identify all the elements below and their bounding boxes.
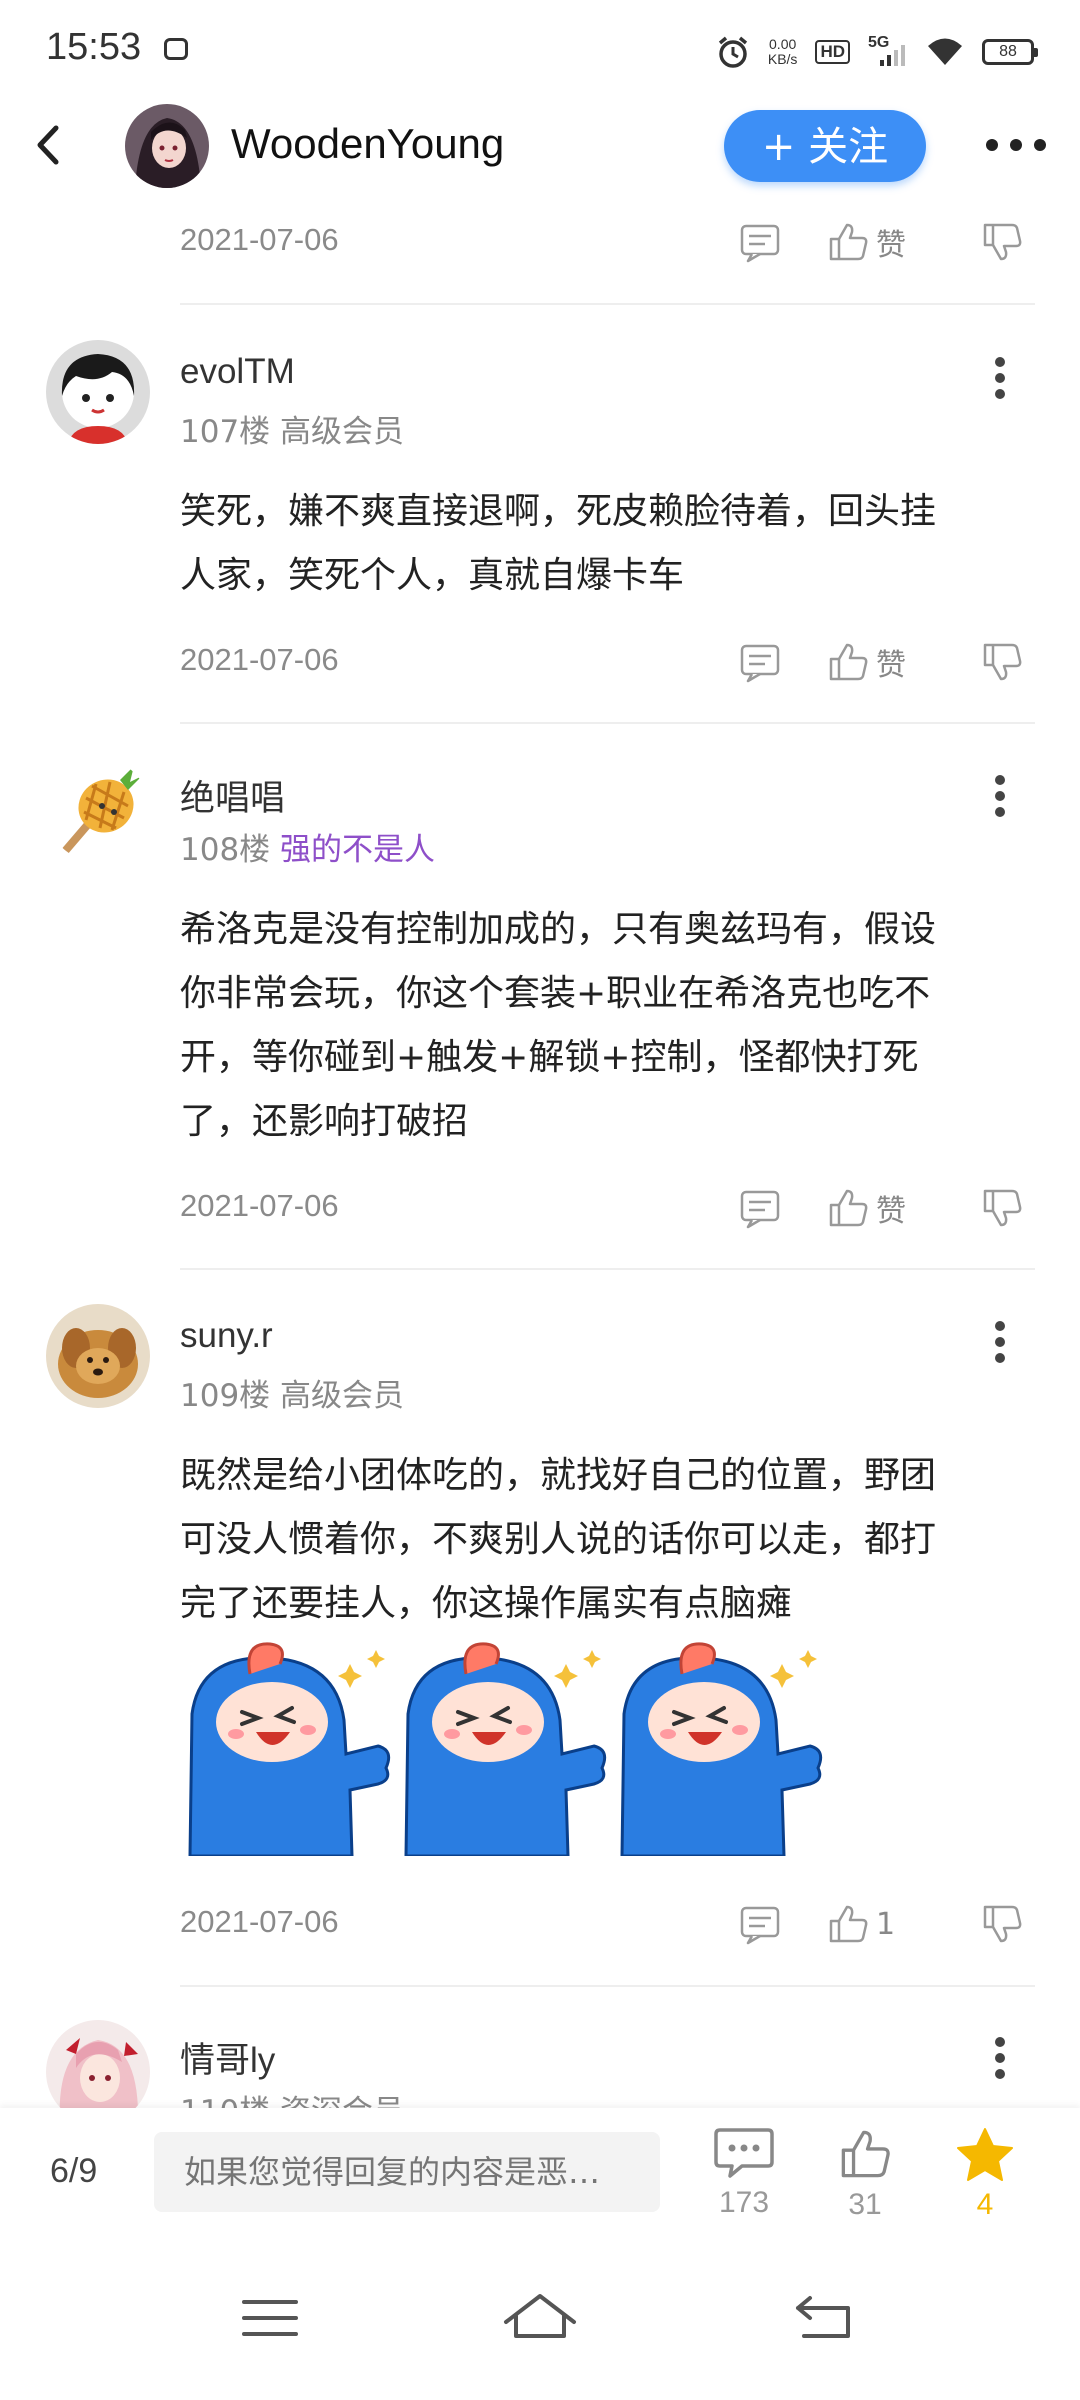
post-actions-row: 2021-07-06 赞 bbox=[180, 212, 1040, 272]
like-button[interactable]: 赞 bbox=[826, 1178, 906, 1238]
divider bbox=[180, 1985, 1035, 1987]
page-indicator[interactable]: 6/9 bbox=[50, 2152, 97, 2191]
comment-actions-row: 2021-07-06 赞 bbox=[180, 1178, 1040, 1238]
hd-icon: HD bbox=[815, 40, 850, 64]
dislike-button[interactable] bbox=[980, 1178, 1024, 1238]
comment-more-button[interactable] bbox=[970, 348, 1030, 408]
dislike-button[interactable] bbox=[980, 212, 1024, 272]
bottom-action-bar: 6/9 173 31 4 bbox=[0, 2108, 1080, 2238]
thumbs-down-icon bbox=[980, 1902, 1024, 1946]
comment-more-button[interactable] bbox=[970, 766, 1030, 826]
username[interactable]: evolTM bbox=[180, 352, 295, 392]
status-icons: 0.00 KB/s HD 5G 88 bbox=[716, 30, 1038, 74]
thumbs-down-icon bbox=[980, 220, 1024, 264]
tv-app-icon bbox=[164, 38, 188, 60]
like-button[interactable]: 赞 bbox=[826, 212, 906, 272]
nav-back-button[interactable] bbox=[774, 2278, 874, 2358]
signal-icon: 5G bbox=[868, 34, 908, 70]
star-icon bbox=[957, 2128, 1013, 2181]
comment-more-button[interactable] bbox=[970, 2028, 1030, 2088]
comment-date: 2021-07-06 bbox=[180, 1188, 339, 1223]
avatar[interactable] bbox=[46, 340, 150, 444]
status-time: 15:53 bbox=[46, 26, 142, 68]
like-button[interactable]: 赞 bbox=[826, 632, 906, 692]
comments-button[interactable]: 173 bbox=[694, 2126, 794, 2236]
reply-button[interactable] bbox=[738, 212, 782, 272]
comment-icon bbox=[738, 1186, 782, 1230]
more-vertical-icon bbox=[970, 1312, 1030, 1372]
thumbs-down-icon bbox=[980, 1186, 1024, 1230]
wifi-icon bbox=[928, 38, 962, 65]
floor-meta: 109楼 高级会员 bbox=[180, 1378, 405, 1414]
reply-button[interactable] bbox=[738, 632, 782, 692]
thumbs-up-icon bbox=[841, 2130, 890, 2178]
like-button[interactable]: 1 bbox=[826, 1894, 895, 1954]
comment-icon bbox=[738, 640, 782, 684]
comments-count: 173 bbox=[718, 2186, 770, 2219]
author-avatar[interactable] bbox=[125, 104, 209, 188]
username[interactable]: 情哥ly bbox=[180, 2032, 275, 2083]
author-name[interactable]: WoodenYoung bbox=[231, 120, 504, 168]
avatar[interactable] bbox=[46, 758, 150, 862]
comments-icon bbox=[714, 2128, 774, 2178]
nav-home-button[interactable] bbox=[490, 2278, 590, 2358]
more-horizontal-icon bbox=[986, 139, 1046, 151]
username[interactable]: suny.r bbox=[180, 1316, 273, 1356]
comment-actions-row: 2021-07-06 1 bbox=[180, 1894, 1040, 1954]
laughing-sticker bbox=[188, 1642, 391, 1856]
member-title: 强的不是人 bbox=[280, 832, 436, 868]
favorite-button[interactable]: 4 bbox=[935, 2126, 1035, 2236]
comment-icon bbox=[738, 220, 782, 264]
comment-text: 笑死，嫌不爽直接退啊，死皮赖脸待着，回头挂 人家，笑死个人，真就自爆卡车 bbox=[180, 491, 937, 596]
alarm-icon bbox=[718, 36, 747, 68]
more-vertical-icon bbox=[970, 348, 1030, 408]
nav-menu-button[interactable] bbox=[220, 2278, 320, 2358]
laughing-sticker bbox=[404, 1642, 607, 1856]
floor-meta: 107楼 高级会员 bbox=[180, 414, 405, 450]
back-arrow-icon bbox=[37, 125, 59, 165]
dislike-button[interactable] bbox=[980, 632, 1024, 692]
comment-text: 希洛克是没有控制加成的，只有奥兹玛有，假设 你非常会玩，你这个套装+职业在希洛克… bbox=[180, 909, 937, 1142]
comment-text: 既然是给小团体吃的，就找好自己的位置，野团 可没人惯着你，不爽别人说的话你可以走… bbox=[180, 1455, 937, 1624]
thumbs-up-icon bbox=[826, 640, 870, 684]
avatar[interactable] bbox=[46, 1304, 150, 1408]
thumbs-up-icon bbox=[826, 220, 870, 264]
username[interactable]: 绝唱唱 bbox=[180, 770, 285, 821]
post-like-button[interactable]: 31 bbox=[815, 2126, 915, 2236]
comment-date: 2021-07-06 bbox=[180, 642, 339, 677]
follow-button[interactable]: + 关注 bbox=[724, 110, 926, 182]
thumbs-down-icon bbox=[980, 640, 1024, 684]
floor-meta: 108楼 强的不是人 bbox=[180, 832, 436, 868]
comment-date: 2021-07-06 bbox=[180, 1904, 339, 1939]
divider bbox=[180, 722, 1035, 724]
menu-icon bbox=[242, 2300, 298, 2336]
thumbs-up-icon bbox=[826, 1902, 870, 1946]
sticker-group bbox=[180, 1634, 830, 1856]
post-date: 2021-07-06 bbox=[180, 222, 339, 257]
divider bbox=[180, 1268, 1035, 1270]
more-vertical-icon bbox=[970, 2028, 1030, 2088]
comment-more-button[interactable] bbox=[970, 1312, 1030, 1372]
status-bar: 15:53 0.00 KB/s HD 5G 88 bbox=[0, 0, 1080, 100]
comment-actions-row: 2021-07-06 赞 bbox=[180, 632, 1040, 692]
more-vertical-icon bbox=[970, 766, 1030, 826]
back-button[interactable] bbox=[26, 120, 106, 200]
thumbs-up-icon bbox=[826, 1186, 870, 1230]
comment-icon bbox=[738, 1902, 782, 1946]
home-icon bbox=[504, 2294, 576, 2338]
network-speed: 0.00 KB/s bbox=[767, 36, 798, 67]
divider bbox=[180, 303, 1035, 305]
return-icon bbox=[796, 2296, 850, 2338]
reply-button[interactable] bbox=[738, 1178, 782, 1238]
system-nav-bar bbox=[0, 2238, 1080, 2400]
reply-input[interactable] bbox=[154, 2132, 660, 2212]
dislike-button[interactable] bbox=[980, 1894, 1024, 1954]
reply-button[interactable] bbox=[738, 1894, 782, 1954]
more-options-button[interactable] bbox=[980, 120, 1060, 170]
favorites-count: 4 bbox=[976, 2188, 994, 2221]
likes-count: 31 bbox=[848, 2188, 882, 2221]
battery-icon: 88 bbox=[982, 39, 1038, 65]
laughing-sticker bbox=[620, 1642, 823, 1856]
